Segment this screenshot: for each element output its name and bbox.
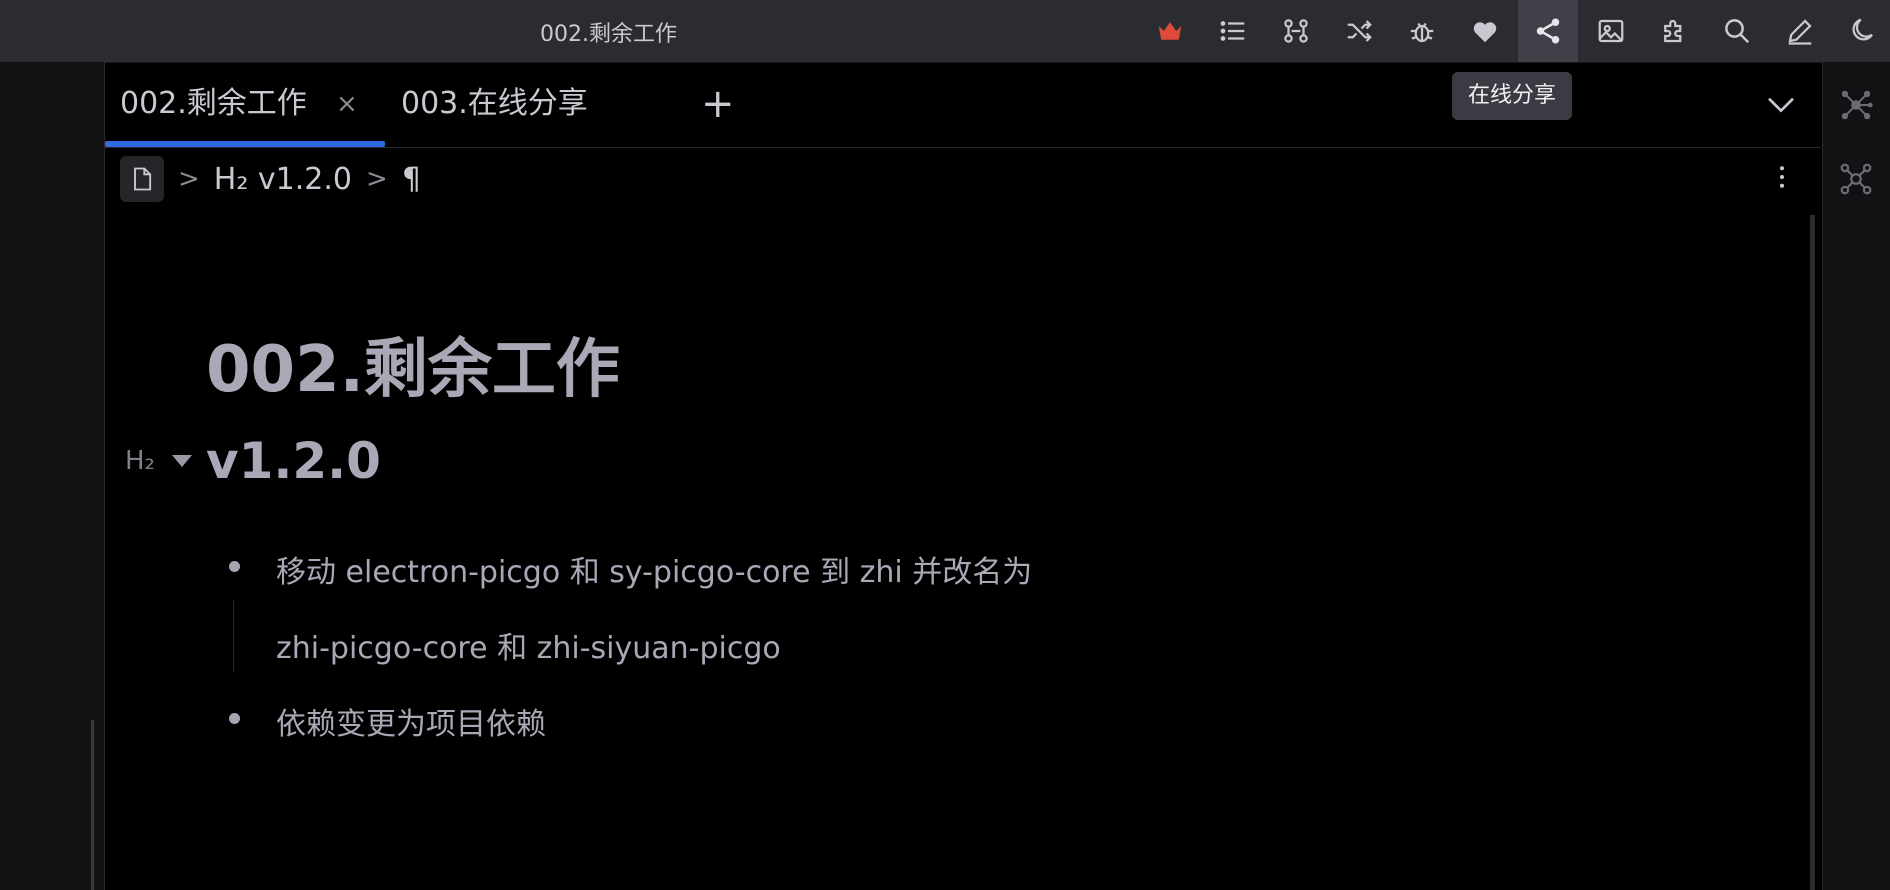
tab-bar: 002.剩余工作 × 003.在线分享 + — [105, 62, 1821, 148]
image-icon[interactable] — [1581, 0, 1641, 62]
breadcrumb-separator: > — [366, 164, 388, 194]
plugin-icon[interactable] — [1644, 0, 1704, 62]
tab-002[interactable]: 002.剩余工作 × — [105, 62, 385, 147]
document-title[interactable]: 002.剩余工作 — [206, 318, 620, 410]
outline-icon[interactable] — [1203, 0, 1263, 62]
list-bullet[interactable] — [229, 561, 240, 572]
breadcrumb-heading[interactable]: H₂ v1.2.0 — [214, 162, 352, 197]
edit-icon[interactable] — [1770, 0, 1830, 62]
more-menu-icon[interactable] — [1772, 162, 1792, 192]
list-guide-line — [233, 600, 234, 672]
tab-label: 002.剩余工作 — [120, 86, 307, 121]
left-dock — [0, 62, 105, 890]
shuffle-icon[interactable] — [1329, 0, 1389, 62]
list-bullet[interactable] — [229, 713, 240, 724]
title-bar: 002.剩余工作 — [0, 0, 1890, 63]
add-tab-icon[interactable]: + — [701, 62, 735, 147]
list-item-1-line2[interactable]: zhi-picgo-core 和 zhi-siyuan-picgo — [276, 623, 781, 667]
tab-close-icon[interactable]: × — [336, 62, 358, 146]
search-icon[interactable] — [1707, 0, 1767, 62]
heading-v120[interactable]: v1.2.0 — [206, 432, 381, 490]
document-icon[interactable] — [120, 156, 164, 202]
graph-icon[interactable] — [1266, 0, 1326, 62]
heading-level-marker[interactable]: H₂ — [125, 446, 155, 476]
editor-scrollbar[interactable] — [1810, 215, 1815, 890]
collapse-arrow-icon[interactable] — [172, 455, 192, 467]
tab-003[interactable]: 003.在线分享 — [401, 62, 588, 147]
left-scrollbar[interactable] — [91, 720, 94, 890]
heart-icon[interactable] — [1455, 0, 1515, 62]
breadcrumb-paragraph[interactable]: ¶ — [402, 162, 421, 197]
bug-icon[interactable] — [1392, 0, 1452, 62]
breadcrumb: > H₂ v1.2.0 > ¶ — [120, 156, 421, 202]
list-item-2[interactable]: 依赖变更为项目依赖 — [276, 699, 546, 743]
window-title: 002.剩余工作 — [540, 22, 677, 47]
right-dock — [1822, 62, 1890, 890]
list-item-1-line1[interactable]: 移动 electron-picgo 和 sy-picgo-core 到 zhi … — [276, 547, 1032, 591]
graph-view-icon[interactable] — [1837, 86, 1875, 124]
tab-label: 003.在线分享 — [401, 86, 588, 121]
moon-icon[interactable] — [1833, 0, 1890, 62]
breadcrumb-separator: > — [178, 164, 200, 194]
share-icon[interactable] — [1518, 0, 1578, 62]
global-graph-icon[interactable] — [1837, 160, 1875, 198]
crown-icon[interactable] — [1140, 0, 1200, 62]
chevron-down-icon[interactable] — [1765, 88, 1797, 120]
